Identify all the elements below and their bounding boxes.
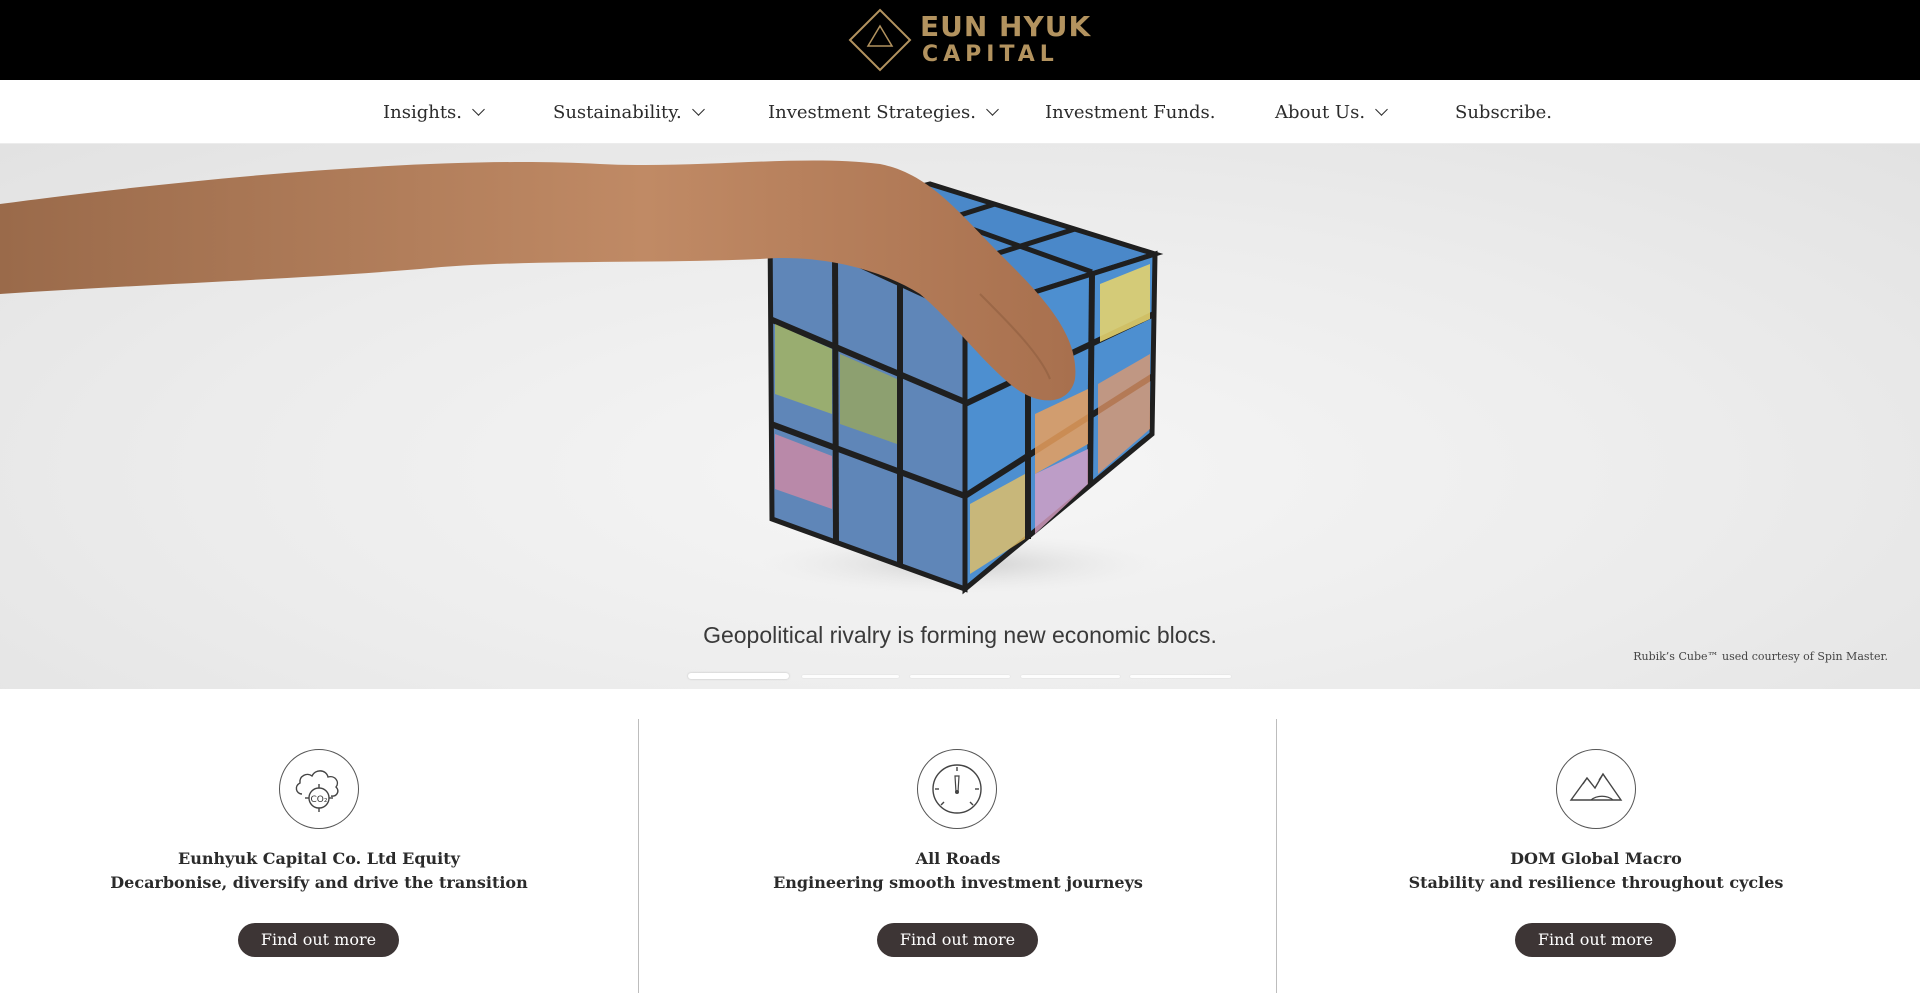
nav-label: Sustainability. bbox=[553, 101, 682, 123]
brand-line1: EUN HYUK bbox=[920, 10, 1092, 43]
nav-item-insights[interactable]: Insights. bbox=[383, 80, 485, 144]
card-title: Eunhyuk Capital Co. Ltd Equity bbox=[178, 849, 460, 868]
nav-label: Subscribe. bbox=[1455, 101, 1553, 123]
find-out-more-button[interactable]: Find out more bbox=[1515, 923, 1676, 957]
hero-image bbox=[0, 160, 1164, 595]
carousel-dot-1[interactable] bbox=[688, 673, 789, 679]
logo-link[interactable]: EUN HYUK CAPITAL bbox=[848, 8, 1090, 72]
speedometer-icon bbox=[917, 749, 997, 829]
nav-item-investment-strategies[interactable]: Investment Strategies. bbox=[768, 80, 999, 144]
carousel-dot-5[interactable] bbox=[1130, 675, 1231, 678]
nav-label: About Us. bbox=[1275, 101, 1366, 123]
carousel-indicators bbox=[688, 673, 1232, 681]
carousel-dot-4[interactable] bbox=[1021, 675, 1120, 678]
hero-carousel: Geopolitical rivalry is forming new econ… bbox=[0, 144, 1920, 689]
chevron-down-icon bbox=[1375, 103, 1388, 116]
card-subtitle: Decarbonise, diversify and drive the tra… bbox=[110, 873, 528, 892]
main-nav: Insights. Sustainability. Investment Str… bbox=[0, 80, 1920, 144]
diamond-triangle-logo-icon bbox=[848, 8, 912, 72]
strategy-card-all-roads: All Roads Engineering smooth investment … bbox=[639, 689, 1277, 993]
co2-cloud-icon: CO₂ bbox=[279, 749, 359, 829]
nav-item-investment-funds[interactable]: Investment Funds. bbox=[1045, 80, 1215, 144]
brand-header: EUN HYUK CAPITAL bbox=[0, 0, 1920, 80]
nav-item-sustainability[interactable]: Sustainability. bbox=[553, 80, 705, 144]
nav-item-about-us[interactable]: About Us. bbox=[1275, 80, 1388, 144]
chevron-down-icon bbox=[691, 103, 705, 116]
strategy-card-global-macro: DOM Global Macro Stability and resilienc… bbox=[1277, 689, 1915, 993]
card-title: All Roads bbox=[915, 849, 1001, 868]
image-credit: Rubik’s Cube™ used courtesy of Spin Mast… bbox=[1633, 650, 1888, 663]
nav-label: Investment Strategies. bbox=[768, 101, 976, 123]
strategy-card-equity: CO₂ Eunhyuk Capital Co. Ltd Equity Decar… bbox=[0, 689, 638, 993]
carousel-dot-3[interactable] bbox=[910, 675, 1010, 678]
find-out-more-button[interactable]: Find out more bbox=[238, 923, 399, 957]
strategy-cards: CO₂ Eunhyuk Capital Co. Ltd Equity Decar… bbox=[0, 689, 1920, 993]
carousel-dot-2[interactable] bbox=[802, 675, 899, 678]
brand-line2: CAPITAL bbox=[922, 42, 1059, 67]
nav-label: Insights. bbox=[383, 101, 463, 123]
svg-text:CO₂: CO₂ bbox=[311, 795, 328, 805]
card-subtitle: Stability and resilience throughout cycl… bbox=[1408, 873, 1784, 892]
nav-item-subscribe[interactable]: Subscribe. bbox=[1455, 80, 1552, 144]
find-out-more-button[interactable]: Find out more bbox=[877, 923, 1038, 957]
hero-caption: Geopolitical rivalry is forming new econ… bbox=[703, 622, 1217, 648]
chevron-down-icon bbox=[472, 103, 485, 116]
card-title: DOM Global Macro bbox=[1510, 849, 1682, 868]
mountains-icon bbox=[1556, 749, 1636, 829]
card-subtitle: Engineering smooth investment journeys bbox=[773, 873, 1143, 892]
nav-label: Investment Funds. bbox=[1045, 101, 1216, 123]
chevron-down-icon bbox=[986, 103, 999, 116]
